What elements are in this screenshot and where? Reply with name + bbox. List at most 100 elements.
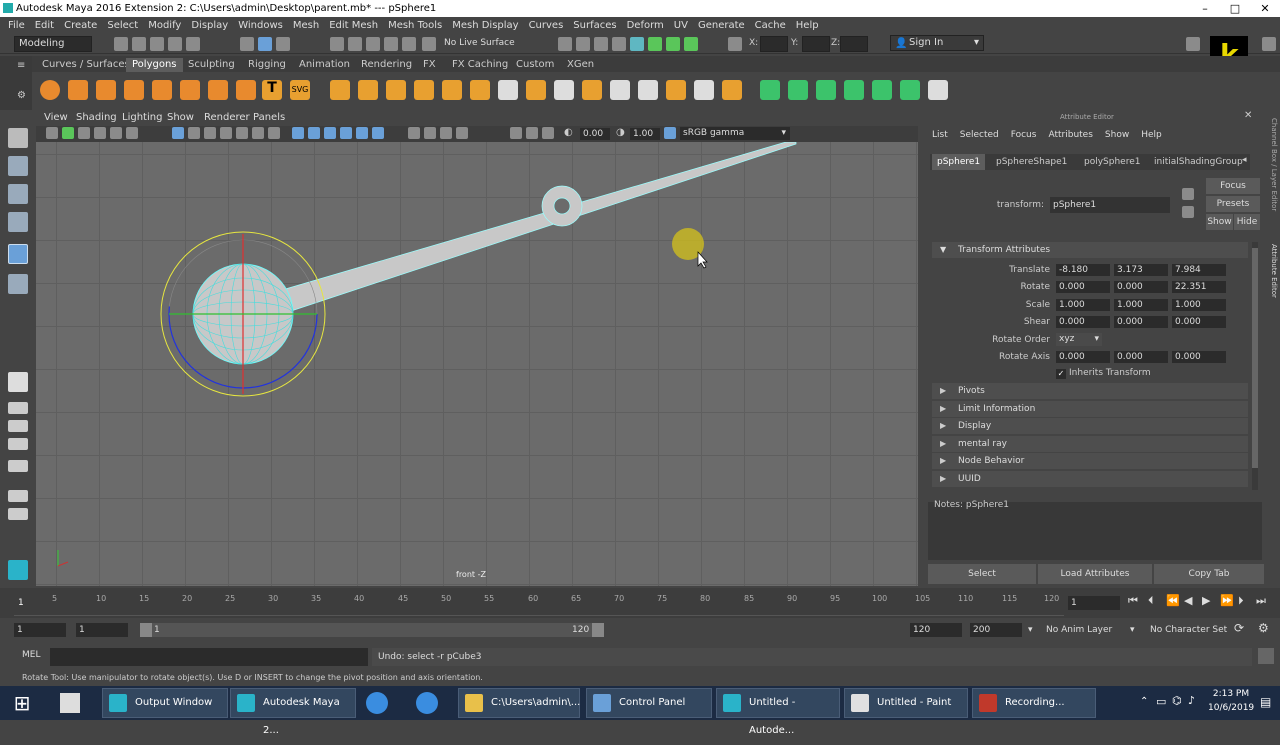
x-field[interactable] [760,36,788,52]
side-tab-channel-box[interactable]: Channel Box / Layer Editor [1266,118,1278,238]
ae-menu-list[interactable]: List [932,130,948,140]
combine-icon[interactable] [330,80,350,100]
film-gate-icon[interactable] [188,127,200,139]
uv-layout-icon[interactable] [900,80,920,100]
motion-blur-icon[interactable] [424,127,436,139]
translate-y-field[interactable]: 3.173 [1114,264,1168,276]
select-tool-icon[interactable] [8,128,28,148]
play-forwards-icon[interactable]: ▶ [1202,594,1210,607]
animation-end-field[interactable]: 200 [970,623,1022,637]
section-uuid[interactable]: ▶ UUID [932,471,1248,487]
windows-start-icon[interactable]: ⊞ [10,691,34,715]
section-mental-ray[interactable]: ▶ mental ray [932,436,1248,452]
toggle-channel-box-icon[interactable] [684,37,698,51]
snap-curve-icon[interactable] [348,37,362,51]
graph-editor-layout-icon[interactable] [8,508,28,520]
time-slider[interactable]: 1 5 10 15 20 25 30 35 40 45 50 55 60 65 … [0,588,1280,618]
gamma-field[interactable]: 1.00 [630,128,660,140]
extract-icon[interactable] [386,80,406,100]
rotate-z-field[interactable]: 22.351 [1172,281,1226,293]
save-scene-icon[interactable] [150,37,164,51]
menu-select[interactable]: Select [107,20,138,31]
shelf-menu-icon[interactable]: ≡ [17,60,25,71]
hide-button[interactable]: Hide [1234,214,1260,230]
shelf-tab-fx[interactable]: FX [417,58,442,72]
xray-icon[interactable] [526,127,538,139]
panel-menu-lighting[interactable]: Lighting [122,112,162,123]
multicut-icon[interactable] [638,80,658,100]
camera-select-icon[interactable] [46,127,58,139]
safe-title-icon[interactable] [268,127,280,139]
render-view-icon[interactable] [576,37,590,51]
go-to-end-icon[interactable]: ⏭ [1256,594,1266,608]
shelf-tab-xgen[interactable]: XGen [561,58,600,72]
uv-automatic-icon[interactable] [844,80,864,100]
snap-view-icon[interactable] [384,37,398,51]
bevel-icon[interactable] [582,80,602,100]
close-button[interactable]: ✕ [1250,0,1280,17]
go-to-start-icon[interactable]: ⏮ [1128,594,1138,608]
persp-graph-layout-icon[interactable] [8,438,28,450]
translate-x-field[interactable]: -8.180 [1056,264,1110,276]
section-limit-information[interactable]: ▶ Limit Information [932,401,1248,417]
uv-editor-icon[interactable] [928,80,948,100]
scale-z-field[interactable]: 1.000 [1172,299,1226,311]
shelf-tab-rigging[interactable]: Rigging [242,58,292,72]
pcube-bar[interactable] [281,142,797,313]
menu-windows[interactable]: Windows [238,20,283,31]
y-field[interactable] [802,36,830,52]
poly-cube-icon[interactable] [68,80,88,100]
poly-prism-icon[interactable] [208,80,228,100]
menu-cache[interactable]: Cache [755,20,786,31]
taskbar-recording[interactable]: Recording... [972,688,1096,718]
menu-modify[interactable]: Modify [148,20,181,31]
maximize-button[interactable]: □ [1220,0,1250,17]
poly-torus-icon[interactable] [180,80,200,100]
menu-edit-mesh[interactable]: Edit Mesh [329,20,378,31]
panel-menu-shading[interactable]: Shading [76,112,117,123]
menu-mesh-display[interactable]: Mesh Display [452,20,518,31]
taskbar-output-window[interactable]: Output Window [102,688,228,718]
transform-input-icon[interactable] [728,37,742,51]
poly-cylinder-icon[interactable] [96,80,116,100]
separate-icon[interactable] [358,80,378,100]
ae-menu-help[interactable]: Help [1141,130,1162,140]
textured-icon[interactable] [340,127,352,139]
shear-x-field[interactable]: 0.000 [1056,316,1110,328]
shadows-icon[interactable] [372,127,384,139]
resolution-gate-icon[interactable] [204,127,216,139]
tab-psphere1[interactable]: pSphere1 [932,154,986,170]
ae-scrollbar[interactable] [1252,242,1258,490]
current-frame-field[interactable]: 1 [1068,596,1120,610]
target-weld-icon[interactable] [666,80,686,100]
workspace-icon[interactable] [1186,37,1200,51]
shear-y-field[interactable]: 0.000 [1114,316,1168,328]
new-scene-icon[interactable] [114,37,128,51]
open-scene-icon[interactable] [132,37,146,51]
clock-date[interactable]: 10/6/2019 [1208,703,1254,713]
shelf-options[interactable]: ≡ ⚙ [0,56,32,110]
uv-cylindrical-icon[interactable] [788,80,808,100]
anim-layer-dropdown[interactable]: ▾ No Anim Layer [1028,623,1128,637]
menu-uv[interactable]: UV [674,20,688,31]
reduce-icon[interactable] [470,80,490,100]
smooth-shade-icon[interactable] [308,127,320,139]
ae-load-attributes-button[interactable]: Load Attributes [1038,564,1152,584]
script-editor-icon[interactable] [1258,648,1274,664]
rotate-y-field[interactable]: 0.000 [1114,281,1168,293]
taskbar-control-panel[interactable]: Control Panel [586,688,712,718]
menu-display[interactable]: Display [191,20,228,31]
paint-select-tool-icon[interactable] [8,184,28,204]
grease-pencil-icon[interactable] [126,127,138,139]
poly-svg-icon[interactable]: SVG [290,80,310,100]
taskbar-autodesk-maya[interactable]: Autodesk Maya 2... [230,688,356,736]
outliner-layout-icon[interactable] [8,460,28,472]
undo-icon[interactable] [168,37,182,51]
menu-file[interactable]: File [8,20,25,31]
ae-scrollbar-thumb[interactable] [1252,248,1258,468]
taskbar-untitled-autodesk[interactable]: Untitled - Autode... [716,688,840,736]
menu-deform[interactable]: Deform [627,20,664,31]
select-object-icon[interactable] [258,37,272,51]
section-transform-attributes[interactable]: ▼ Transform Attributes [932,242,1248,258]
wireframe-icon[interactable] [292,127,304,139]
